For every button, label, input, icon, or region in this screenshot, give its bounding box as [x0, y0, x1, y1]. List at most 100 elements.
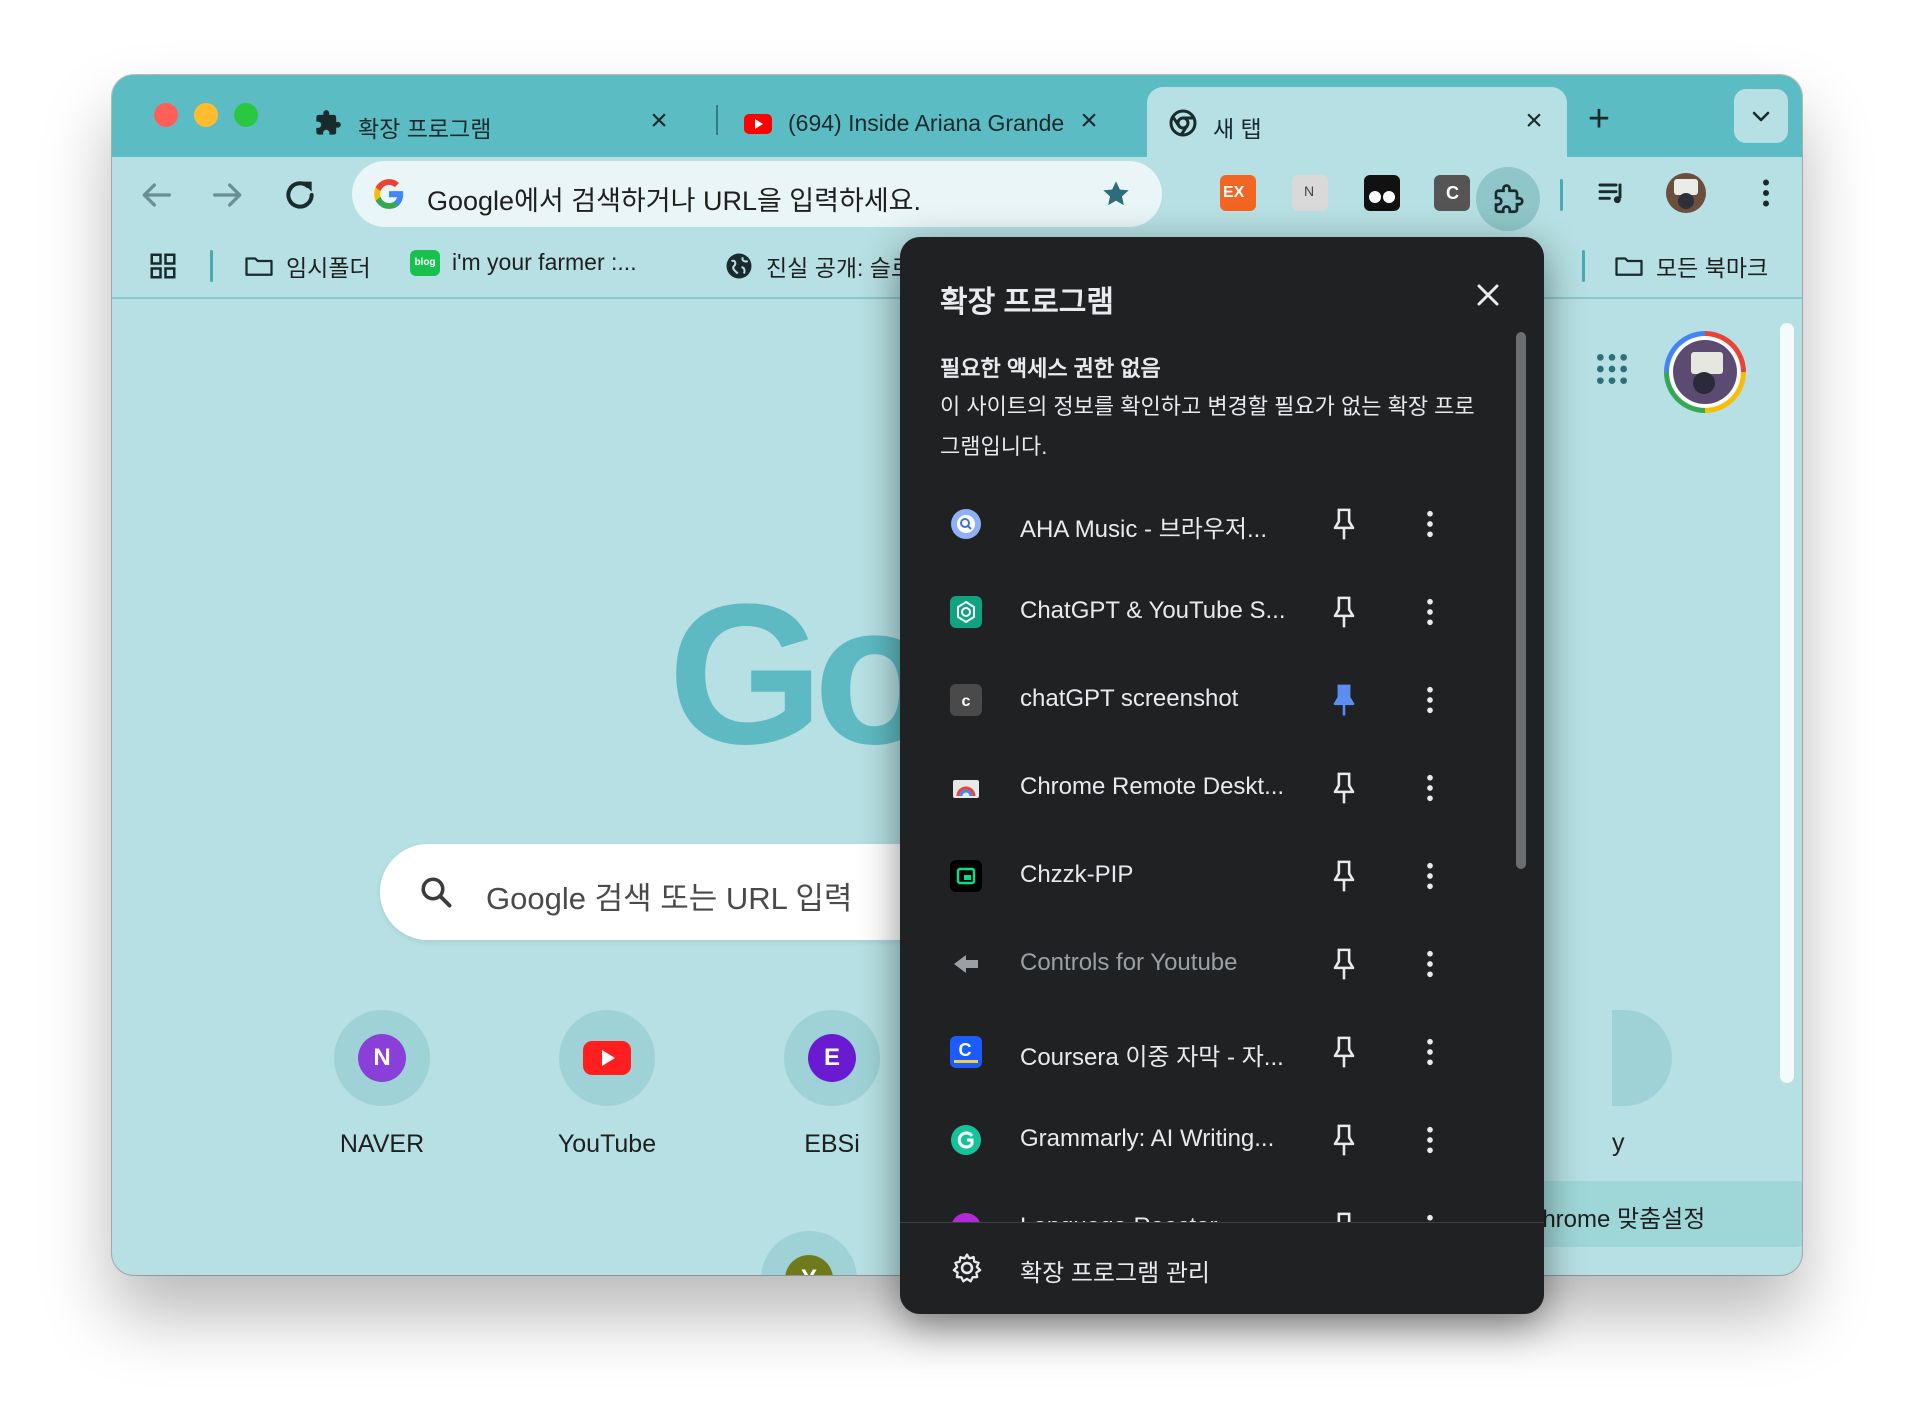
new-tab-button[interactable]: + — [1579, 99, 1619, 139]
tab-close-icon[interactable]: × — [1074, 106, 1104, 136]
shortcut-youtube[interactable]: YouTube — [517, 1010, 697, 1159]
c-icon: c — [950, 684, 982, 716]
gear-icon — [952, 1253, 982, 1283]
avatar-image — [1673, 340, 1737, 404]
section-title: 필요한 액세스 권한 없음 — [940, 356, 1161, 381]
extension-row[interactable]: AHA Music - 브라우저... — [900, 480, 1510, 568]
folder-icon — [1615, 257, 1643, 276]
bookmark-label: 모든 북마크 — [1656, 255, 1769, 281]
star-icon[interactable] — [1100, 178, 1132, 210]
c-extension-icon[interactable]: C — [1434, 175, 1470, 211]
close-icon[interactable] — [1470, 277, 1506, 313]
more-options-icon[interactable] — [1414, 506, 1446, 542]
pin-icon[interactable] — [1328, 506, 1360, 542]
apps-grid-icon[interactable] — [148, 251, 178, 281]
mask-extension-icon[interactable] — [1364, 175, 1400, 211]
forward-icon[interactable] — [208, 175, 248, 215]
avatar-person — [1678, 193, 1694, 209]
bookmark-label: 진실 공개: 슬로 — [766, 255, 913, 281]
ex-extension-icon[interactable]: EX — [1220, 175, 1256, 211]
extensions-button[interactable] — [1476, 167, 1540, 231]
account-avatar[interactable] — [1664, 331, 1746, 413]
youtube-icon — [583, 1041, 631, 1075]
kebab-menu-icon[interactable] — [1748, 175, 1784, 211]
extension-name: Controls for Youtube — [1020, 949, 1238, 976]
more-options-icon[interactable] — [1414, 770, 1446, 806]
shortcut-ebsi[interactable]: E EBSi — [742, 1010, 922, 1159]
pin-icon[interactable] — [1328, 946, 1360, 982]
shortcut-label: YouTube — [557, 1130, 657, 1158]
extension-row[interactable]: C Coursera 이중 자막 - 자... — [900, 1008, 1510, 1096]
folder-icon — [245, 257, 273, 276]
coursera-icon: C — [950, 1036, 982, 1068]
shortcut-label: NAVER — [339, 1130, 425, 1158]
bookmark-label: i'm your farmer :... — [452, 249, 637, 275]
more-options-icon[interactable] — [1414, 1122, 1446, 1158]
arrow-icon — [954, 955, 978, 973]
page-scrollbar[interactable] — [1780, 323, 1794, 1083]
close-window-button[interactable] — [154, 103, 178, 127]
popup-title: 확장 프로그램 — [940, 286, 1114, 319]
zoom-window-button[interactable] — [234, 103, 258, 127]
address-bar-placeholder: Google에서 검색하거나 URL을 입력하세요. — [427, 186, 922, 216]
pin-icon[interactable] — [1328, 1034, 1360, 1070]
pin-icon[interactable] — [1328, 858, 1360, 894]
glasses-icon — [1369, 191, 1395, 203]
bookmark-truth-reveal[interactable]: 진실 공개: 슬로 — [724, 249, 912, 283]
more-options-icon[interactable] — [1414, 1034, 1446, 1070]
tab-new-tab[interactable]: 새 탭 × — [1147, 87, 1567, 157]
minimize-window-button[interactable] — [194, 103, 218, 127]
bookmark-temp-folder[interactable]: 임시폴더 — [244, 249, 371, 283]
more-options-icon[interactable] — [1414, 946, 1446, 982]
google-g-icon — [374, 179, 404, 209]
svg-text:c: c — [962, 693, 971, 710]
pin-icon[interactable] — [1328, 1122, 1360, 1158]
section-description: 이 사이트의 정보를 확인하고 변경할 필요가 없는 확장 프로그램입니다. — [940, 394, 1475, 459]
google-logo: Go — [668, 563, 936, 786]
media-control-icon[interactable] — [1596, 177, 1628, 209]
customize-chrome-button[interactable]: Chrome 맞춤설정 — [1507, 1181, 1802, 1247]
tab-search-button[interactable] — [1734, 89, 1788, 143]
shortcut-naver[interactable]: N NAVER — [292, 1010, 472, 1159]
extension-row[interactable]: c chatGPT screenshot — [900, 656, 1510, 744]
extension-name: AHA Music - 브라우저... — [1020, 516, 1268, 543]
pin-icon[interactable] — [1328, 770, 1360, 806]
extension-name: Chzzk-PIP — [1020, 861, 1134, 888]
extension-name: chatGPT screenshot — [1020, 685, 1239, 712]
grammarly-icon — [951, 1125, 981, 1155]
tab-youtube[interactable]: (694) Inside Ariana Grande × — [722, 87, 1122, 157]
pin-active-icon[interactable] — [1328, 682, 1360, 718]
puzzle-icon — [316, 110, 341, 135]
shortcut-label: EBSi — [804, 1130, 860, 1158]
address-bar[interactable]: Google에서 검색하거나 URL을 입력하세요. — [352, 161, 1162, 227]
tab-separator — [716, 105, 718, 135]
tab-close-icon[interactable]: × — [1519, 106, 1549, 136]
extension-row[interactable]: Chrome Remote Deskt... — [900, 744, 1510, 832]
tab-close-icon[interactable]: × — [644, 106, 674, 136]
more-options-icon[interactable] — [1414, 682, 1446, 718]
bookmark-all-bookmarks[interactable]: 모든 북마크 — [1614, 249, 1768, 283]
n-extension-icon[interactable]: N — [1292, 175, 1328, 211]
shortcut-partial-right[interactable] — [1612, 1010, 1672, 1106]
more-options-icon[interactable] — [1414, 858, 1446, 894]
google-apps-icon[interactable] — [1592, 349, 1632, 389]
pin-icon[interactable] — [1328, 594, 1360, 630]
extension-row[interactable]: ChatGPT & YouTube S... — [900, 568, 1510, 656]
reload-icon[interactable] — [280, 175, 320, 215]
shortcut-partial[interactable]: Y — [719, 1231, 899, 1275]
bookmark-label: 임시폴더 — [286, 255, 371, 281]
extension-name: Chrome Remote Deskt... — [1020, 773, 1285, 800]
manage-extensions-button[interactable]: 확장 프로그램 관리 — [900, 1222, 1544, 1314]
profile-avatar[interactable] — [1666, 173, 1706, 213]
back-icon[interactable] — [136, 175, 176, 215]
naver-icon: N — [358, 1034, 406, 1082]
extension-row[interactable]: Grammarly: AI Writing... — [900, 1096, 1510, 1184]
popup-scrollbar[interactable] — [1516, 332, 1526, 869]
tab-extensions[interactable]: 확장 프로그램 × — [292, 87, 692, 157]
extension-row[interactable]: Chzzk-PIP — [900, 832, 1510, 920]
bookmark-farmer-blog[interactable]: blog i'm your farmer :... — [410, 249, 637, 276]
more-options-icon[interactable] — [1414, 594, 1446, 630]
extension-row[interactable]: Controls for Youtube — [900, 920, 1510, 1008]
tab-strip: 확장 프로그램 × (694) Inside Ariana Grande × 새… — [112, 75, 1802, 157]
tab-title: 새 탭 — [1213, 116, 1262, 142]
